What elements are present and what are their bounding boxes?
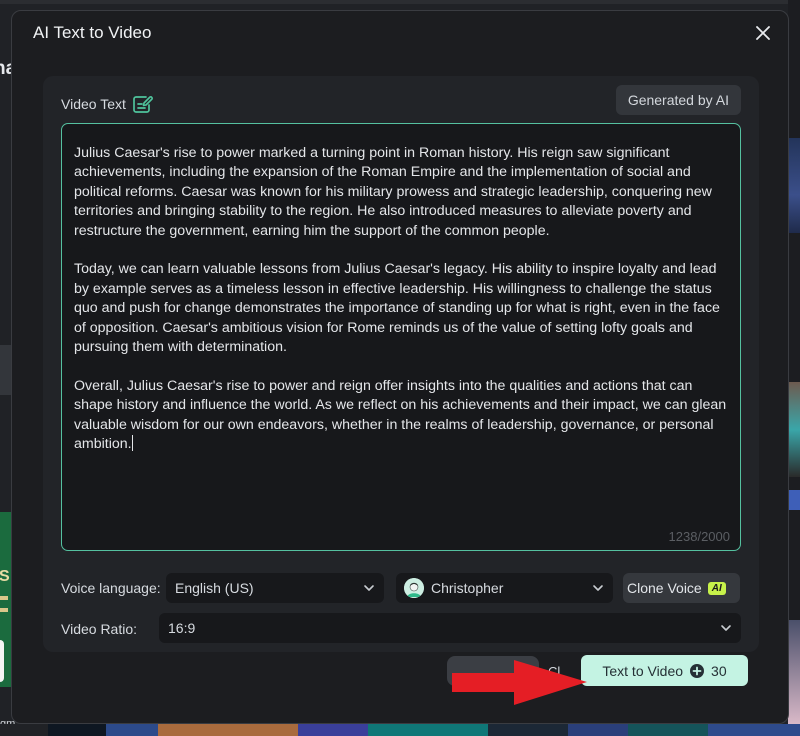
background-topbar bbox=[0, 0, 800, 4]
background-thumbnail-strip bbox=[0, 724, 800, 736]
background-thumbnail bbox=[788, 620, 800, 724]
background-banner-bar bbox=[0, 596, 8, 600]
video-text-header: Video Text bbox=[61, 93, 153, 115]
video-text-content[interactable]: Julius Caesar's rise to power marked a t… bbox=[74, 144, 734, 455]
character-counter: 1238/2000 bbox=[668, 529, 730, 544]
close-icon bbox=[756, 26, 770, 40]
close-button[interactable] bbox=[752, 22, 774, 44]
background-banner-letter: S bbox=[0, 568, 10, 585]
voice-language-select[interactable]: English (US) bbox=[166, 573, 384, 603]
voice-select[interactable]: Christopher bbox=[396, 573, 613, 603]
background-thumbnail bbox=[788, 138, 800, 233]
paragraph: Today, we can learn valuable lessons fro… bbox=[74, 261, 724, 356]
voice-value: Christopher bbox=[431, 580, 504, 596]
video-ratio-select[interactable]: 16:9 bbox=[159, 613, 741, 643]
text-to-video-button[interactable]: Text to Video 30 bbox=[581, 655, 748, 686]
paragraph: Julius Caesar's rise to power marked a t… bbox=[74, 145, 716, 239]
voice-language-value: English (US) bbox=[175, 580, 254, 596]
paragraph: Overall, Julius Caesar's rise to power a… bbox=[74, 377, 731, 453]
video-text-panel: Video Text Generated by AI Julius Caesar… bbox=[43, 76, 759, 652]
video-text-input[interactable]: Julius Caesar's rise to power marked a t… bbox=[61, 123, 741, 551]
background-banner-bar bbox=[0, 608, 8, 612]
edit-note-icon[interactable] bbox=[131, 93, 153, 115]
text-caret bbox=[131, 435, 133, 452]
chevron-down-icon bbox=[364, 585, 374, 591]
ai-badge: AI bbox=[707, 581, 726, 595]
background-thumbnail bbox=[788, 382, 800, 477]
credit-plus-icon bbox=[690, 663, 705, 678]
chevron-down-icon bbox=[721, 625, 731, 631]
voice-language-label: Voice language: bbox=[61, 580, 161, 596]
clone-voice-label: Clone Voice bbox=[627, 580, 702, 596]
chevron-down-icon bbox=[593, 585, 603, 591]
text-to-video-label: Text to Video bbox=[602, 662, 684, 679]
video-ratio-value: 16:9 bbox=[168, 620, 196, 636]
background-banner-button bbox=[0, 640, 4, 682]
ai-text-to-video-dialog: AI Text to Video Video Text Generated by… bbox=[11, 10, 789, 724]
credit-cost: 30 bbox=[711, 662, 727, 679]
generated-by-ai-button[interactable]: Generated by AI bbox=[615, 85, 741, 115]
dialog-title: AI Text to Video bbox=[33, 23, 152, 42]
background-thumbnail bbox=[788, 490, 800, 510]
video-ratio-label: Video Ratio: bbox=[61, 621, 138, 637]
avatar-icon bbox=[404, 578, 424, 598]
red-arrow-annotation bbox=[452, 660, 587, 705]
clone-voice-button[interactable]: Clone Voice AI bbox=[623, 573, 740, 603]
video-text-label: Video Text bbox=[61, 96, 126, 112]
